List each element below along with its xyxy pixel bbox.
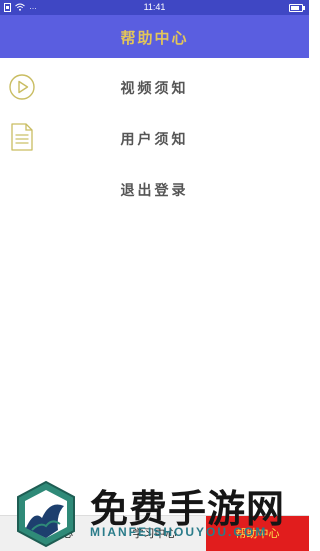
menu-item-video-notice[interactable]: 视频须知 — [0, 63, 309, 113]
tab-home[interactable]: 心 — [0, 516, 100, 551]
battery-icon — [289, 4, 305, 12]
tab-learning-center[interactable]: 学习中心 — [103, 516, 206, 551]
menu-item-label: 用户须知 — [120, 132, 189, 148]
page-title: 帮助中心 — [120, 29, 189, 47]
menu-item-logout[interactable]: 退出登录 — [0, 165, 309, 215]
tab-label: 帮助中心 — [235, 527, 280, 540]
menu-item-label: 退出登录 — [120, 183, 189, 199]
bottom-nav: 心 学习中心 帮助中心 — [0, 515, 309, 551]
title-bar: 帮助中心 — [0, 15, 309, 58]
battery-level — [291, 6, 299, 10]
tab-label: 学习中心 — [132, 527, 177, 540]
status-bar: … 11:41 — [0, 0, 309, 15]
menu-item-label: 视频须知 — [120, 81, 189, 97]
status-time: 11:41 — [143, 2, 166, 12]
tab-help-center[interactable]: 帮助中心 — [206, 516, 309, 551]
menu-item-user-notice[interactable]: 用户须知 — [0, 114, 309, 164]
tab-label: 心 — [62, 527, 73, 540]
